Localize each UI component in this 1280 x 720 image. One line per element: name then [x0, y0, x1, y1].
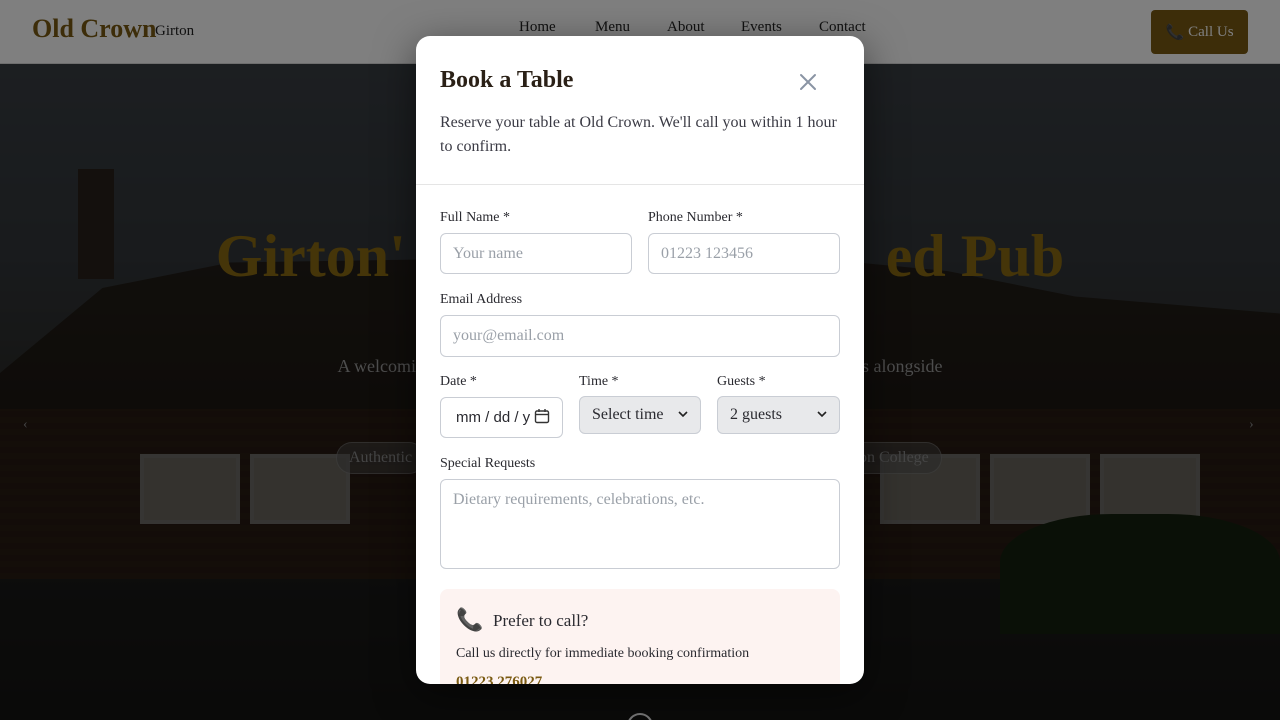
booking-modal: Book a Table Reserve your table at Old C… [416, 36, 864, 684]
guests-label: Guests * [717, 374, 766, 389]
guests-select[interactable]: 2 guests [717, 396, 840, 434]
date-label: Date * [440, 374, 477, 389]
full-name-input[interactable] [440, 233, 632, 274]
time-select-value: Select time [592, 406, 664, 423]
chevron-down-icon [678, 406, 688, 424]
phone-input[interactable] [648, 233, 840, 274]
email-label: Email Address [440, 292, 523, 307]
full-name-label: Full Name * [440, 210, 510, 225]
special-requests-textarea[interactable] [440, 479, 840, 569]
call-box-title: Prefer to call? [493, 611, 589, 630]
close-icon[interactable] [796, 70, 820, 94]
call-box-phone-link[interactable]: 01223 276027 [456, 674, 542, 684]
phone-label: Phone Number * [648, 210, 743, 225]
chevron-down-icon [817, 406, 827, 424]
guests-select-value: 2 guests [730, 406, 782, 423]
date-input[interactable]: mm / dd / y [440, 397, 563, 438]
prefer-to-call-box: 📞 Prefer to call? Call us directly for i… [440, 589, 840, 684]
date-value: mm / dd / y [456, 409, 531, 426]
time-label: Time * [579, 374, 619, 389]
time-select[interactable]: Select time [579, 396, 701, 434]
modal-description: Reserve your table at Old Crown. We'll c… [440, 114, 837, 155]
calendar-icon[interactable] [534, 408, 550, 428]
modal-header: Book a Table Reserve your table at Old C… [416, 36, 864, 185]
email-input[interactable] [440, 315, 840, 357]
special-requests-label: Special Requests [440, 456, 536, 471]
phone-icon: 📞 [456, 607, 484, 632]
modal-title: Book a Table [440, 67, 574, 93]
call-box-text: Call us directly for immediate booking c… [456, 646, 750, 661]
